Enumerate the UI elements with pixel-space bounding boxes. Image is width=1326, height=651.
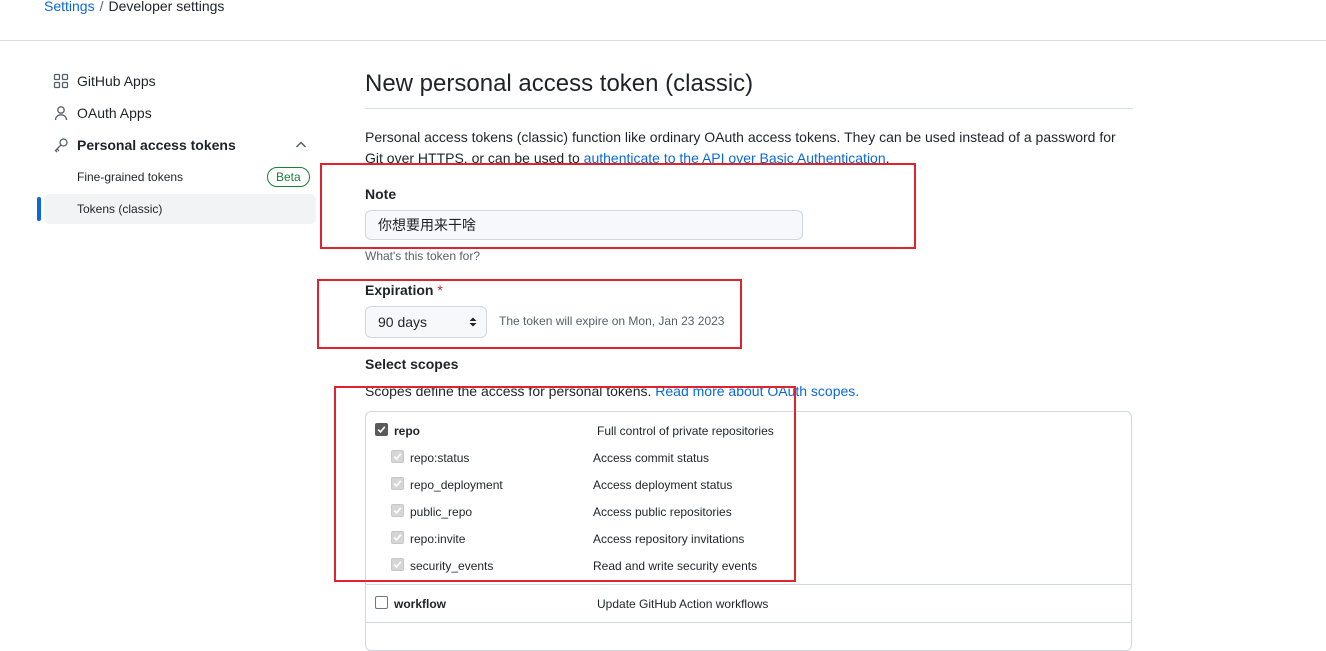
header-divider (0, 40, 1326, 41)
active-indicator (37, 197, 41, 221)
breadcrumb-separator: / (99, 0, 104, 14)
sidebar-subitem-tokens-classic[interactable]: Tokens (classic) (44, 194, 316, 224)
chevron-up-icon[interactable] (294, 138, 308, 152)
highlight-box-expiration (317, 279, 742, 349)
breadcrumb-settings-link[interactable]: Settings (44, 0, 95, 14)
sidebar-item-personal-access-tokens[interactable]: Personal access tokens (44, 130, 316, 160)
highlight-box-scopes (334, 386, 796, 582)
sidebar-item-github-apps[interactable]: GitHub Apps (44, 66, 316, 96)
scope-divider (366, 584, 1131, 585)
scope-row-workflow: workflow Update GitHub Action workflows (366, 590, 1131, 617)
scope-desc: Update GitHub Action workflows (597, 596, 769, 611)
scopes-label: Select scopes (365, 356, 459, 372)
scope-name: workflow (394, 596, 447, 611)
title-divider (365, 108, 1133, 109)
highlight-box-note (320, 163, 916, 249)
scope-checkbox-workflow[interactable] (375, 596, 388, 609)
apps-icon (53, 73, 69, 89)
page-title: New personal access token (classic) (365, 70, 754, 97)
scope-divider (366, 622, 1131, 623)
sidebar-item-label: GitHub Apps (77, 73, 156, 89)
sidebar-subitem-label: Tokens (classic) (77, 202, 163, 216)
sidebar-item-label: OAuth Apps (77, 105, 152, 121)
beta-badge: Beta (267, 167, 310, 187)
sidebar-item-oauth-apps[interactable]: OAuth Apps (44, 98, 316, 128)
sidebar-subitem-label: Fine-grained tokens (77, 170, 184, 184)
breadcrumb: Settings / Developer settings (44, 0, 224, 14)
sidebar-item-label: Personal access tokens (77, 137, 236, 153)
note-hint: What's this token for? (365, 249, 481, 263)
breadcrumb-current: Developer settings (108, 0, 225, 14)
person-icon (53, 105, 69, 121)
key-icon (53, 137, 69, 153)
